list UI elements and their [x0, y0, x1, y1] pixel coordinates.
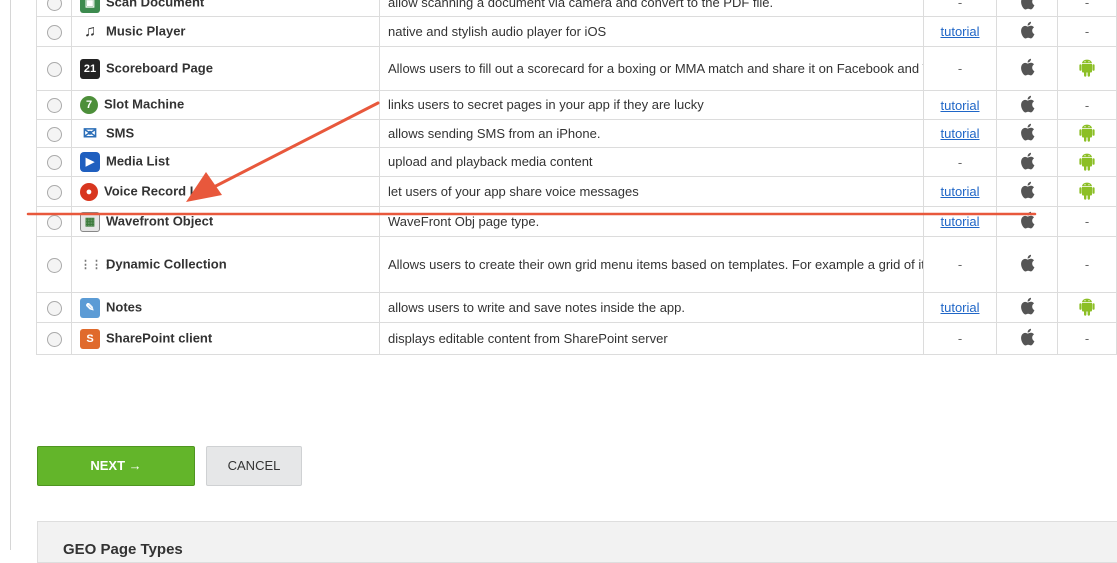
- page-type-name: SMS: [106, 124, 135, 140]
- table-row: ⋮⋮⋮Dynamic Collection Allows users to cre…: [36, 236, 1117, 293]
- page-type-name: SharePoint client: [106, 329, 213, 345]
- slot-machine-7-icon: 7: [80, 96, 104, 114]
- page-type-description: WaveFront Obj page type.: [388, 213, 540, 229]
- tutorial-link[interactable]: tutorial: [940, 24, 979, 39]
- tutorial-link[interactable]: tutorial: [940, 300, 979, 315]
- page-type-description: allow scanning a document via camera and…: [388, 0, 774, 10]
- table-row: 7 Slot Machine links users to secret pages…: [36, 90, 1117, 120]
- apple-icon: [1019, 95, 1035, 117]
- android-icon: [1078, 298, 1096, 319]
- apple-icon: [1019, 152, 1035, 174]
- envelope-icon: ✉: [82, 123, 98, 143]
- select-radio[interactable]: [46, 126, 62, 142]
- apple-icon: [1019, 58, 1035, 80]
- page-type-description: allows sending SMS from an iPhone.: [388, 125, 601, 141]
- grid-dots-icon: ⋮⋮⋮: [80, 258, 113, 271]
- select-radio[interactable]: [46, 155, 62, 171]
- android-unavailable: -: [1084, 24, 1090, 39]
- tutorial-link[interactable]: tutorial: [940, 98, 979, 113]
- wavefront-object-icon: ▦: [80, 211, 106, 232]
- scoreboard-21-icon: 21: [80, 58, 106, 79]
- apple-icon: [1019, 297, 1035, 319]
- apple-icon: [1019, 181, 1035, 203]
- geo-page-types-panel: GEO Page Types: [37, 521, 1117, 563]
- page-type-name: Notes: [106, 298, 143, 314]
- page-type-name: Slot Machine: [104, 96, 185, 112]
- apple-icon: [1019, 0, 1035, 14]
- select-radio[interactable]: [46, 214, 62, 230]
- select-radio[interactable]: [46, 24, 62, 40]
- page-type-description: allows users to write and save notes ins…: [388, 299, 686, 315]
- tutorial-link[interactable]: tutorial: [940, 214, 979, 229]
- page-type-name: Wavefront Object: [106, 212, 214, 228]
- apple-icon: [1019, 254, 1035, 276]
- table-row: ✎ Notes allows users to write and save not…: [36, 292, 1117, 323]
- apple-icon: [1019, 21, 1035, 43]
- media-list-icon: ▶: [80, 152, 106, 172]
- apple-icon: [1019, 123, 1035, 145]
- tutorial-link[interactable]: tutorial: [940, 126, 979, 141]
- left-frame-border: [10, 0, 11, 550]
- apple-icon: [1019, 328, 1035, 350]
- table-row: 21 Scoreboard Page Allows users to fill ou…: [36, 46, 1117, 91]
- table-row: S SharePoint client displays editable cont…: [36, 322, 1117, 355]
- music-note-icon: ♫: [84, 22, 96, 40]
- page-type-name: Voice Record List: [104, 182, 213, 198]
- page-type-name: Dynamic Collection: [106, 255, 227, 271]
- apple-icon: [1019, 211, 1035, 233]
- sharepoint-icon: S: [80, 328, 106, 349]
- tutorial-empty: -: [957, 257, 963, 272]
- page-type-description: upload and playback media content: [388, 154, 593, 169]
- select-radio[interactable]: [46, 61, 62, 77]
- page-type-name: Music Player: [106, 22, 186, 38]
- tutorial-empty: -: [957, 331, 963, 346]
- android-unavailable: -: [1084, 257, 1090, 272]
- tutorial-link[interactable]: tutorial: [940, 184, 979, 199]
- scan-document-icon: ▣: [80, 0, 106, 13]
- next-button[interactable]: NEXT →: [37, 446, 195, 486]
- select-radio[interactable]: [46, 98, 62, 114]
- select-radio[interactable]: [46, 184, 62, 200]
- page-type-name: Media List: [106, 153, 170, 169]
- microphone-icon: ●: [80, 182, 104, 201]
- notes-pencil-icon: ✎: [80, 297, 106, 318]
- tutorial-empty: -: [957, 61, 963, 76]
- page-type-name: Scoreboard Page: [106, 59, 213, 75]
- page-type-description: let users of your app share voice messag…: [388, 183, 639, 199]
- android-icon: [1078, 153, 1096, 174]
- tutorial-empty: -: [957, 0, 963, 10]
- cancel-button[interactable]: CANCEL: [206, 446, 302, 486]
- tutorial-empty: -: [957, 154, 963, 170]
- select-radio[interactable]: [46, 300, 62, 316]
- select-radio[interactable]: [46, 257, 62, 273]
- android-unavailable: -: [1084, 97, 1090, 113]
- android-unavailable: -: [1084, 0, 1090, 10]
- android-unavailable: -: [1084, 214, 1090, 229]
- page-type-description: displays editable content from SharePoin…: [388, 330, 668, 346]
- page-type-description: Allows users to create their own grid me…: [388, 256, 923, 272]
- table-row: ▶ Media List upload and playback media con…: [36, 147, 1117, 177]
- android-unavailable: -: [1084, 331, 1090, 346]
- page-type-name: Scan Document: [106, 0, 205, 9]
- table-row: ▦ Wavefront Object WaveFront Obj page type…: [36, 206, 1117, 237]
- table-row: ♫ Music Player native and stylish audio pl…: [36, 16, 1117, 47]
- select-radio[interactable]: [46, 0, 62, 11]
- table-row: ▣ Scan Document allow scanning a document …: [36, 0, 1117, 17]
- select-radio[interactable]: [46, 331, 62, 347]
- android-icon: [1078, 59, 1096, 80]
- android-icon: [1078, 182, 1096, 203]
- page-type-description: links users to secret pages in your app …: [388, 97, 704, 112]
- android-icon: [1078, 124, 1096, 145]
- table-row: ✉ SMS allows sending SMS from an iPhone. tu…: [36, 119, 1117, 148]
- page-types-table: ▣ Scan Document allow scanning a document …: [36, 0, 1117, 355]
- page-type-description: Allows users to fill out a scorecard for…: [388, 60, 924, 76]
- table-row: ● Voice Record List let users of your app …: [36, 176, 1117, 207]
- page-type-description: native and stylish audio player for iOS: [388, 23, 607, 39]
